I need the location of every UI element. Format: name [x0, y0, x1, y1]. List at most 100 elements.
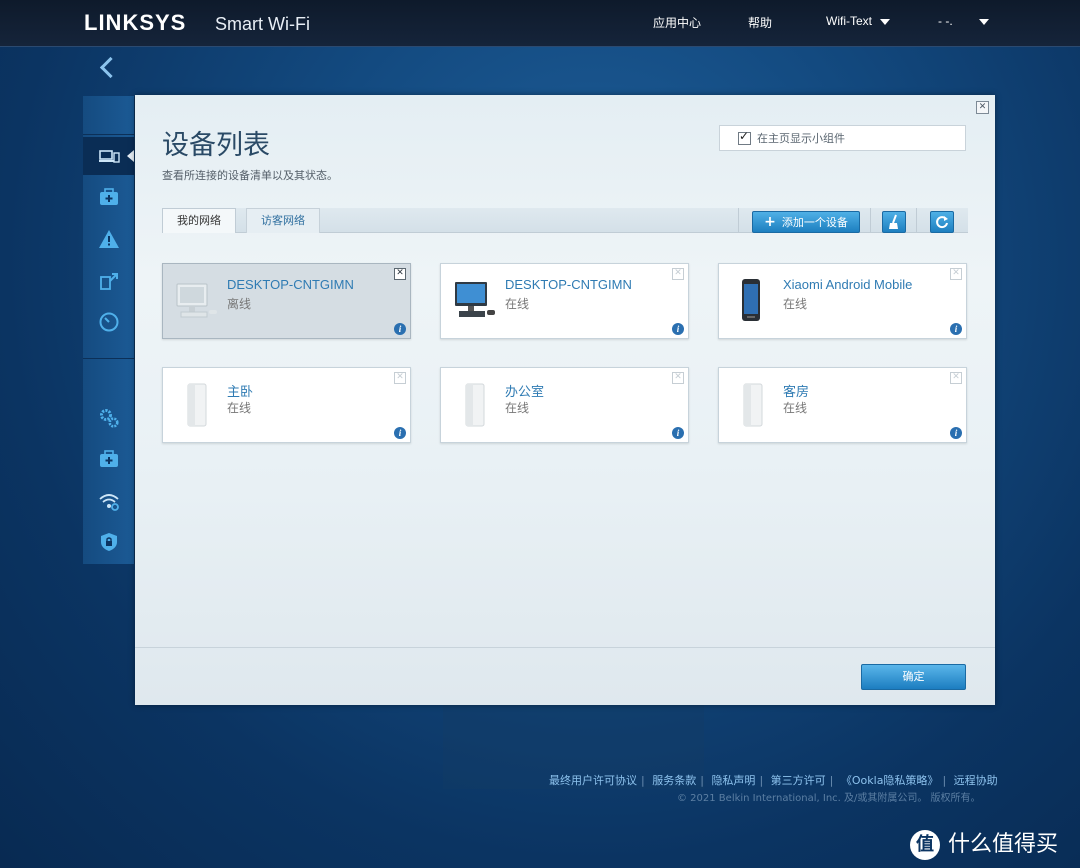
alert-icon [98, 230, 119, 248]
link-privacy[interactable]: 隐私声明 [711, 774, 755, 787]
refresh-button[interactable] [930, 211, 954, 233]
plus-icon: + [764, 214, 776, 230]
show-widget-checkbox[interactable] [738, 129, 751, 145]
close-icon[interactable]: ✕ [976, 101, 989, 114]
link-third-party[interactable]: 第三方许可 [771, 774, 826, 787]
link-terms[interactable]: 服务条款 [652, 774, 696, 787]
link-eula[interactable]: 最终用户许可协议 [549, 774, 637, 787]
device-status: 在线 [227, 401, 252, 415]
sidebar-item-parental[interactable] [83, 178, 134, 216]
device-status: 在线 [505, 297, 530, 311]
sidebar-item-devices[interactable] [83, 137, 134, 175]
device-card[interactable]: DESKTOP-CNTGIMN 离线 ✕ i [162, 263, 411, 339]
page-title: 设备列表 [162, 130, 270, 161]
show-widget-label: 在主页显示小组件 [757, 132, 845, 145]
info-icon[interactable]: i [394, 323, 406, 335]
sidebar-item-troubleshoot[interactable] [83, 440, 134, 478]
device-name[interactable]: DESKTOP-CNTGIMN [227, 277, 354, 292]
linksys-logo[interactable]: LINKSYS [84, 10, 186, 36]
sidebar-item-speedtest[interactable] [83, 303, 134, 341]
tab-guest-network[interactable]: 访客网络 [246, 208, 320, 233]
velop-node-icon [465, 383, 485, 427]
info-icon[interactable]: i [950, 323, 962, 335]
chevron-down-icon [978, 18, 989, 25]
nav-wifi-label: Wifi-Text [826, 14, 872, 28]
watermark: 值什么值得买 [910, 826, 1058, 860]
remove-device-icon[interactable]: ✕ [672, 268, 684, 280]
show-widget-toggle[interactable]: 在主页显示小组件 [719, 125, 966, 151]
toolbar-divider [870, 208, 871, 232]
sidebar-item-security[interactable] [83, 523, 134, 561]
settings-gears-icon [99, 409, 119, 428]
watermark-text: 什么值得买 [948, 832, 1059, 857]
device-card[interactable]: DESKTOP-CNTGIMN 在线 ✕ i [440, 263, 689, 339]
add-device-label: 添加一个设备 [781, 216, 848, 229]
toolbar-divider [916, 208, 917, 232]
logo-subtitle: Smart Wi-Fi [215, 14, 310, 34]
device-status: 在线 [505, 401, 530, 415]
sidebar-item-wireless[interactable] [83, 482, 134, 520]
remove-device-icon[interactable]: ✕ [394, 372, 406, 384]
device-card[interactable]: Xiaomi Android Mobile 在线 ✕ i [718, 263, 967, 339]
device-card[interactable]: 客房 在线 ✕ i [718, 367, 967, 443]
troubleshooting-icon [99, 450, 118, 467]
security-icon [100, 533, 117, 551]
info-icon[interactable]: i [672, 427, 684, 439]
link-remote-assist[interactable]: 远程协助 [954, 774, 998, 787]
refresh-icon [936, 216, 948, 229]
device-list-dialog: ✕ 设备列表 查看所连接的设备清单以及其状态。 在主页显示小组件 我的网络 访客… [135, 95, 995, 705]
device-name[interactable]: DESKTOP-CNTGIMN [505, 277, 632, 292]
info-icon[interactable]: i [672, 323, 684, 335]
device-status: 在线 [783, 297, 808, 311]
nav-user-menu[interactable]: - -. [938, 14, 989, 28]
sidebar-item-settings[interactable] [83, 399, 134, 437]
speed-test-icon [99, 312, 118, 332]
nav-user-label: - -. [938, 14, 953, 28]
chevron-left-icon [99, 56, 122, 79]
velop-node-icon [743, 383, 763, 427]
remove-device-icon[interactable]: ✕ [394, 268, 406, 280]
footer-links: 最终用户许可协议 | 服务条款 | 隐私声明 | 第三方许可 | 《Ookla隐私策略》… [549, 774, 998, 787]
ok-button[interactable]: 确定 [861, 664, 966, 690]
nav-help[interactable]: 帮助 [748, 14, 772, 31]
link-ookla[interactable]: 《Ookla隐私策略》 [841, 774, 939, 787]
info-icon[interactable]: i [394, 427, 406, 439]
toolbar-divider [738, 208, 739, 232]
info-icon[interactable]: i [950, 427, 962, 439]
parental-controls-icon [99, 188, 118, 205]
copyright: © 2021 Belkin International, Inc. 及/或其附属… [677, 793, 981, 804]
page-description: 查看所连接的设备清单以及其状态。 [162, 169, 338, 182]
nav-app-center[interactable]: 应用中心 [653, 14, 701, 31]
broom-icon [889, 214, 898, 229]
clean-list-button[interactable] [882, 211, 906, 233]
back-button[interactable] [83, 46, 134, 96]
device-name[interactable]: 客房 [783, 381, 809, 400]
devices-icon [98, 150, 120, 163]
device-name[interactable]: 办公室 [505, 381, 544, 400]
device-name[interactable]: Xiaomi Android Mobile [783, 277, 912, 292]
remove-device-icon[interactable]: ✕ [672, 372, 684, 384]
nav-wifi-menu[interactable]: Wifi-Text [826, 14, 890, 28]
remove-device-icon[interactable]: ✕ [950, 268, 962, 280]
device-name[interactable]: 主卧 [227, 381, 253, 400]
watermark-badge: 值 [910, 830, 940, 860]
dialog-footer-divider [135, 647, 995, 648]
sidebar-item-alerts[interactable] [83, 220, 134, 258]
chevron-down-icon [880, 18, 890, 25]
mobile-phone-icon [742, 279, 760, 321]
add-device-button[interactable]: + 添加一个设备 [752, 211, 860, 233]
remove-device-icon[interactable]: ✕ [950, 372, 962, 384]
device-status: 离线 [227, 297, 252, 311]
sidebar-divider [83, 358, 134, 359]
desktop-computer-icon [176, 283, 217, 318]
top-bar: LINKSYS Smart Wi-Fi 应用中心 帮助 Wifi-Text - … [0, 0, 1080, 47]
tab-my-network[interactable]: 我的网络 [162, 208, 236, 233]
device-card[interactable]: 主卧 在线 ✕ i [162, 367, 411, 443]
velop-node-icon [187, 383, 207, 427]
device-card[interactable]: 办公室 在线 ✕ i [440, 367, 689, 443]
device-status: 在线 [783, 401, 808, 415]
sidebar-item-media[interactable] [83, 262, 134, 300]
media-prioritization-icon [99, 273, 118, 290]
desktop-computer-icon [455, 282, 495, 317]
wireless-settings-icon [98, 494, 119, 511]
